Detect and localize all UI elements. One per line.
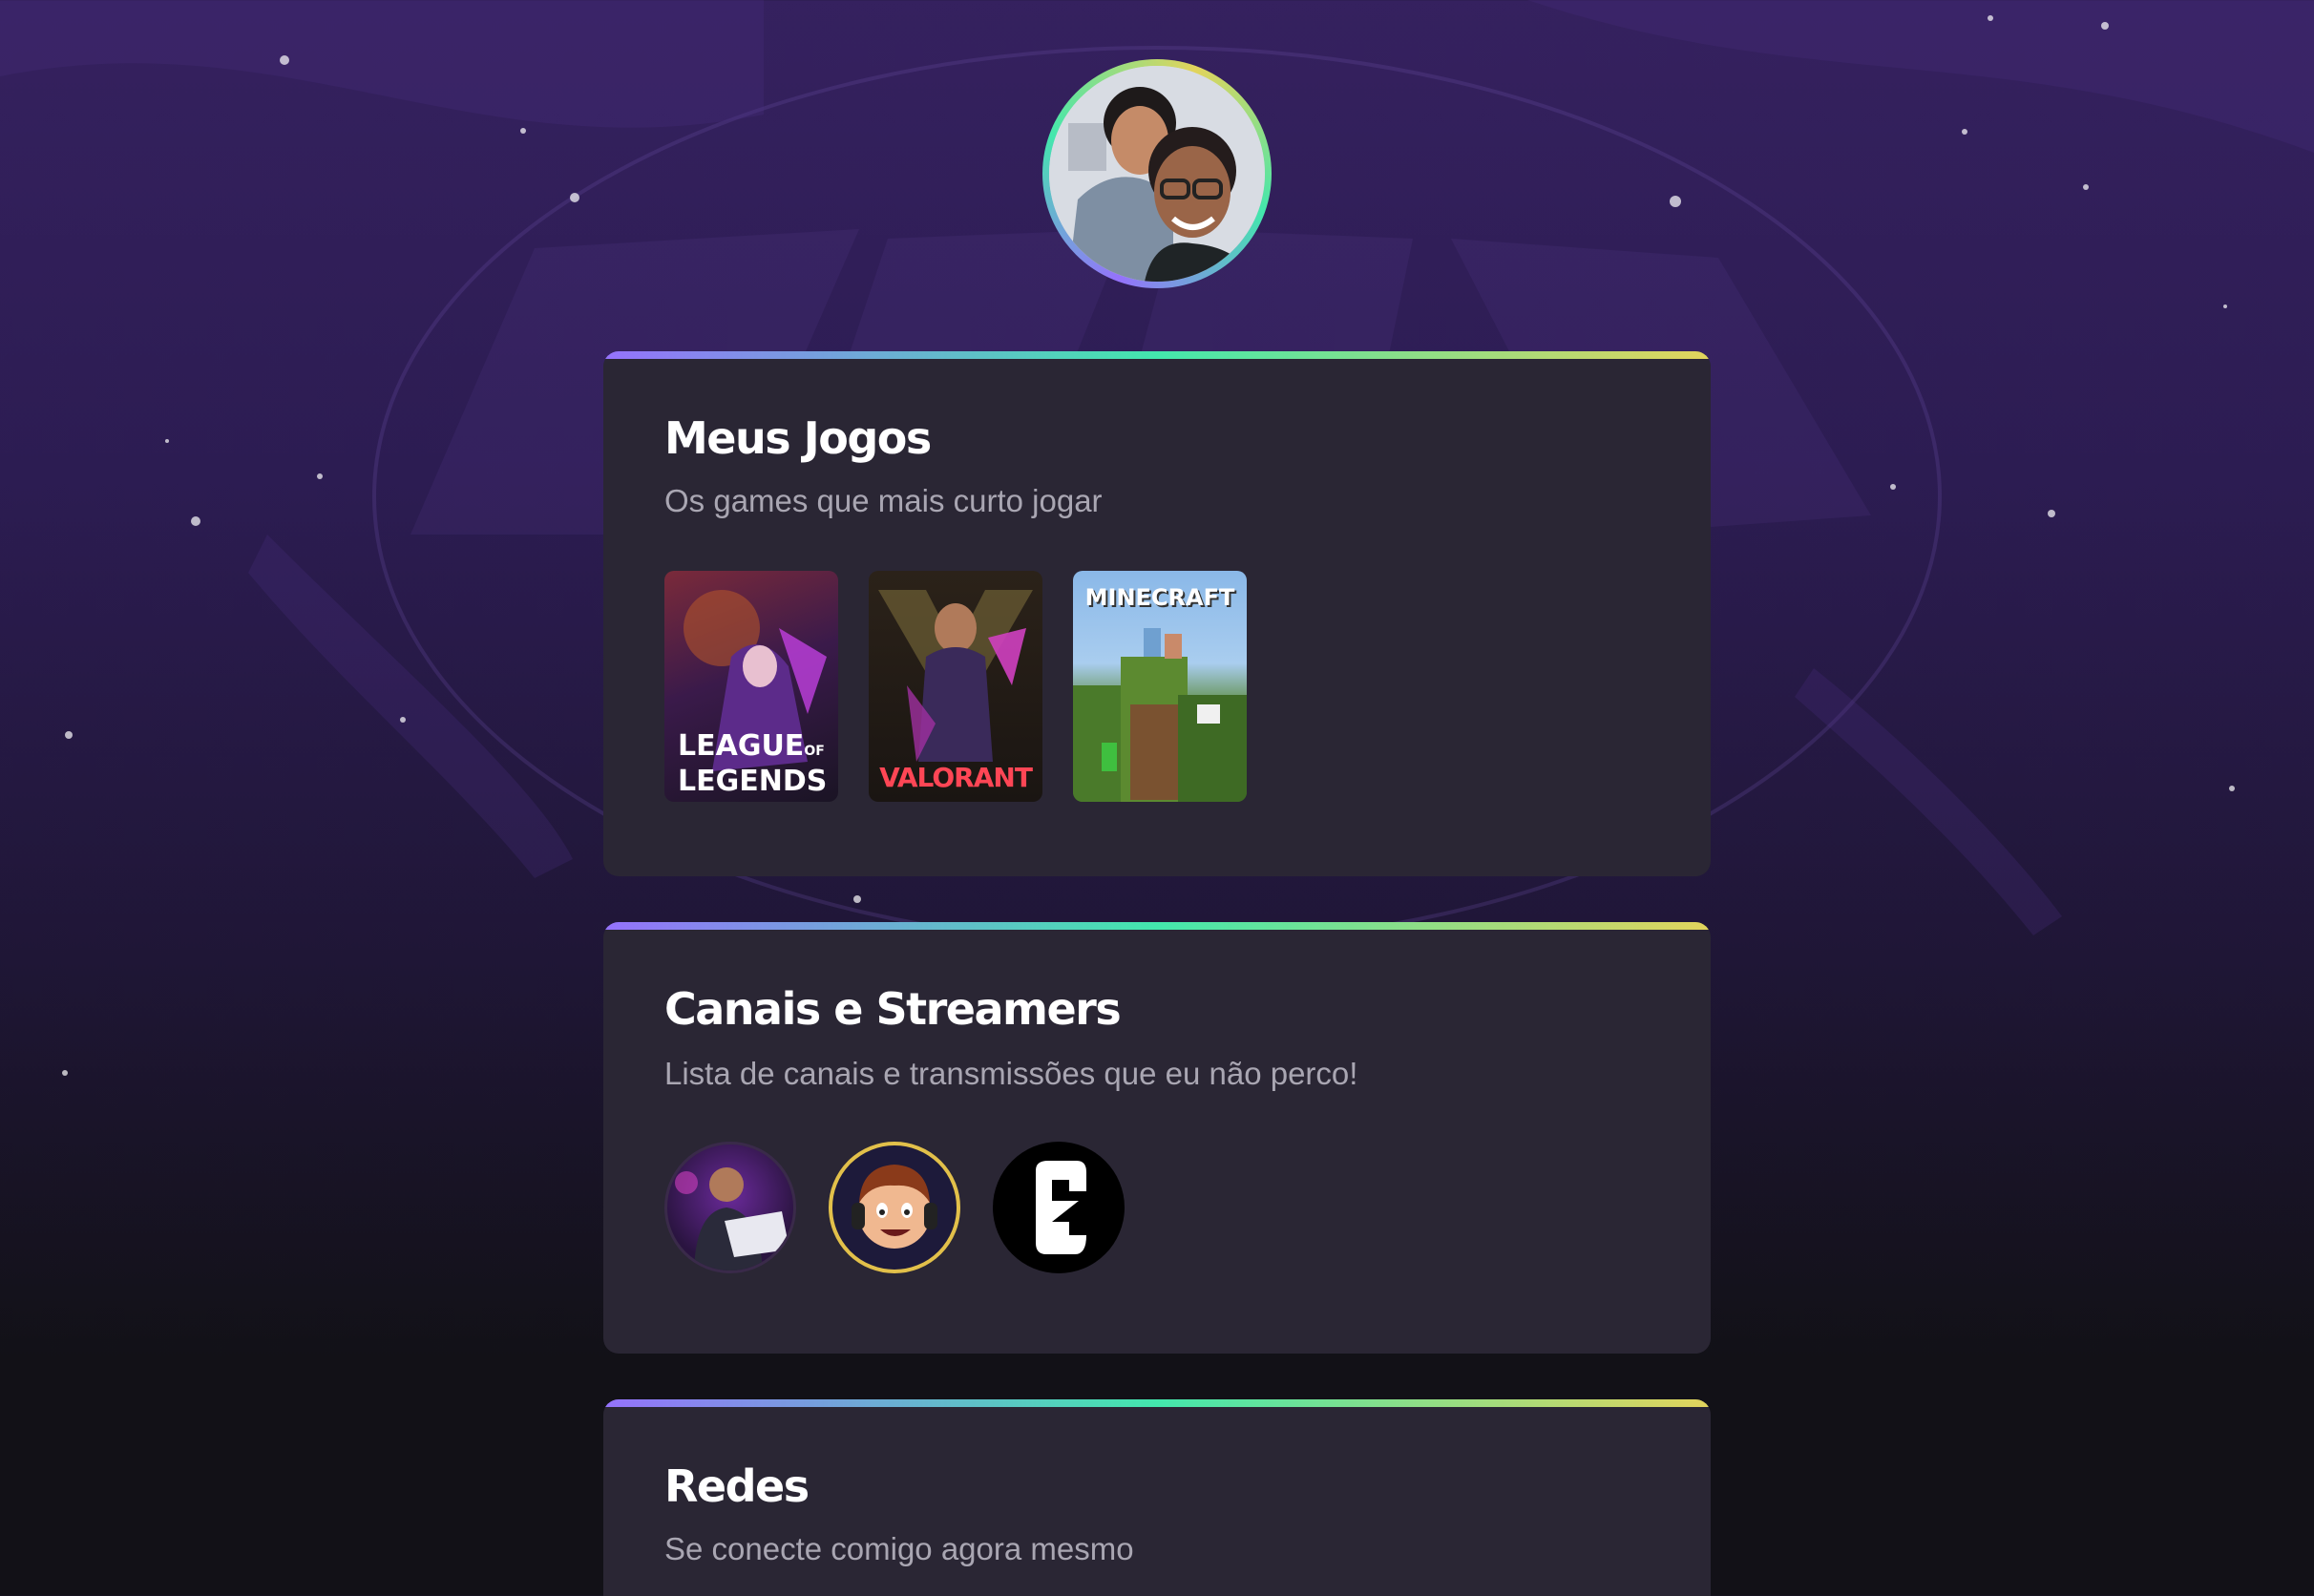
streamer-avatar-1[interactable]: [664, 1142, 796, 1273]
minecraft-logo: MINECRAFT: [1084, 584, 1235, 611]
valorant-logo: VALORANT: [879, 762, 1033, 793]
games-title: Meus Jogos: [664, 412, 932, 464]
streamer-avatar-3[interactable]: [993, 1142, 1125, 1273]
game-card-minecraft[interactable]: MINECRAFT: [1073, 571, 1247, 802]
networks-title: Redes: [664, 1460, 810, 1512]
channels-subtitle: Lista de canais e transmissões que eu nã…: [664, 1056, 1358, 1091]
streamer-2-cartoon-icon: [852, 1165, 937, 1249]
streamer-3-logo-icon: [1036, 1161, 1086, 1254]
networks-subtitle: Se conecte comigo agora mesmo: [664, 1531, 1134, 1566]
game-card-valorant[interactable]: VALORANT: [869, 571, 1042, 802]
lol-logo-of: OF: [804, 744, 825, 759]
networks-card: Redes Se conecte comigo agora mesmo: [603, 1399, 1711, 1596]
streamer-1-photo-icon: [675, 1167, 789, 1270]
channels-card: Canais e Streamers Lista de canais e tra…: [603, 922, 1711, 1354]
lol-logo-league: LEAGUE: [678, 729, 805, 763]
games-card: Meus Jogos Os games que mais curto jogar…: [603, 351, 1711, 876]
channels-title: Canais e Streamers: [664, 983, 1122, 1035]
lol-logo-legends: LEGENDS: [678, 765, 828, 798]
profile-avatar: [1049, 66, 1265, 282]
games-subtitle: Os games que mais curto jogar: [664, 483, 1103, 518]
profile-avatar-ring: [1042, 59, 1272, 288]
streamer-avatar-2[interactable]: [829, 1142, 960, 1273]
game-card-league-of-legends[interactable]: LEAGUEOF LEGENDS: [664, 571, 838, 802]
